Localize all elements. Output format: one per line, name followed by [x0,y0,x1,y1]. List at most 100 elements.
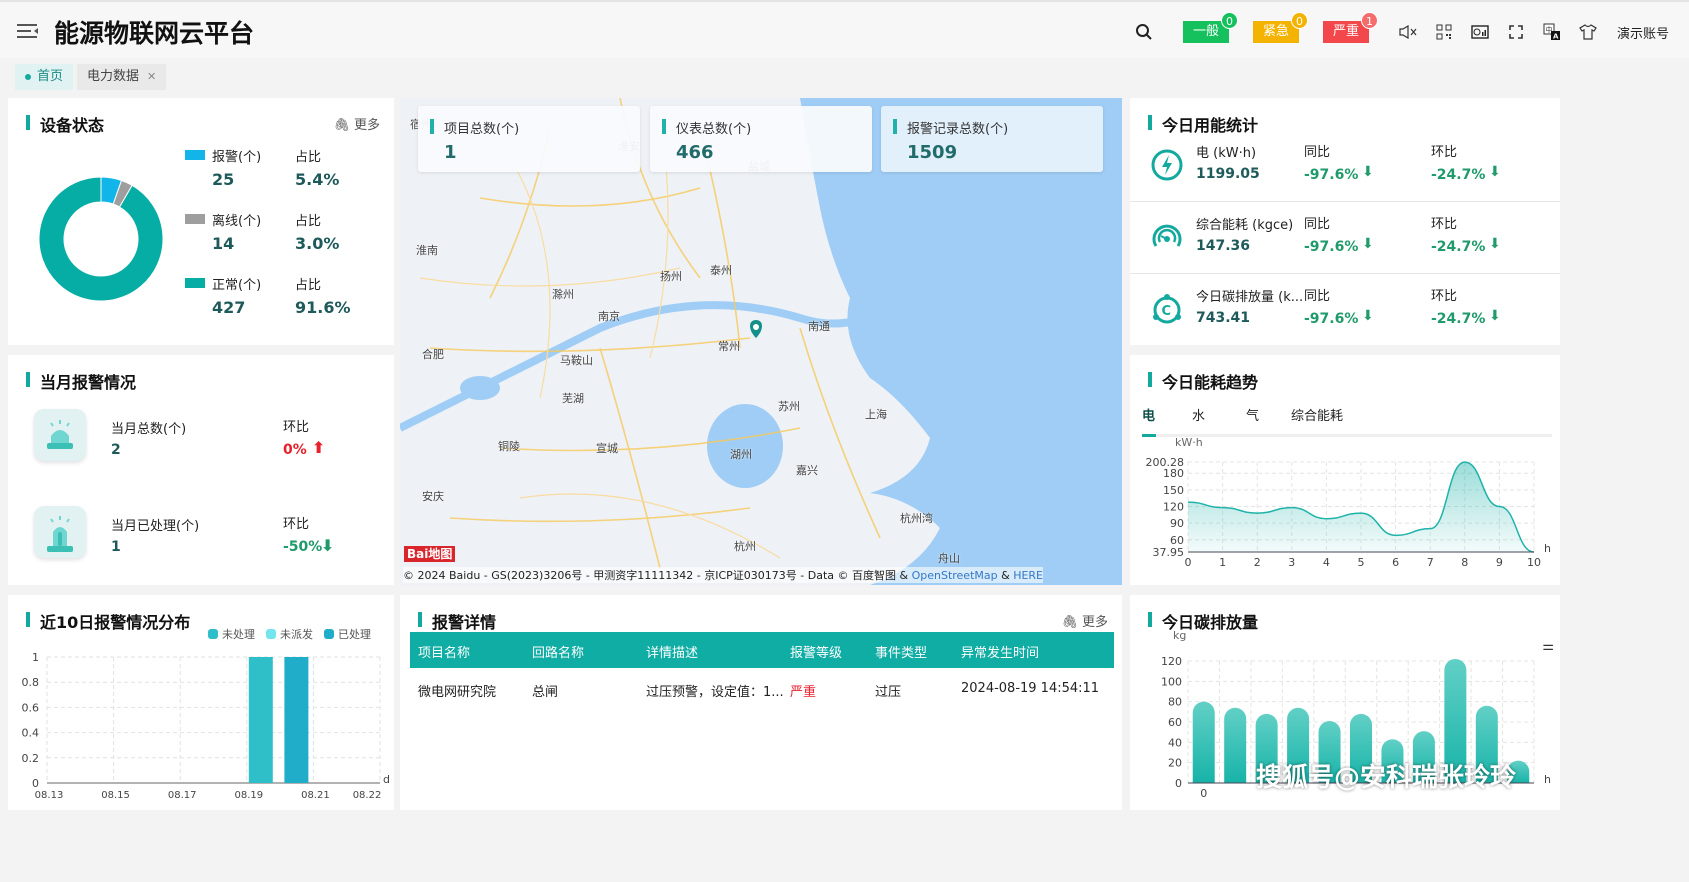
y-tick-label: 120 [1161,655,1182,668]
city-label: 湖州 [730,448,752,461]
baidu-map-logo[interactable]: Bai地图 [404,546,456,562]
y-tick-label: 90 [1170,517,1184,530]
language-icon[interactable]: 中A [1537,20,1567,44]
y-tick-label: 150 [1163,484,1184,497]
fullscreen-icon[interactable] [1501,20,1531,44]
y-axis-unit: kg [1173,629,1186,642]
col-circuit[interactable]: 回路名称 [532,642,584,661]
month-handled-value: 1 [111,539,121,555]
col-description[interactable]: 详情描述 [646,642,698,661]
x-tick-label: 08.17 [168,790,197,801]
screen-stats-icon[interactable] [1465,20,1495,44]
city-label: 铜陵 [498,440,520,453]
kpi-alarm-record-label: 报警记录总数(个) [893,118,1008,137]
paperclip-icon: 🖇 [333,118,350,133]
city-label: 合肥 [422,348,444,361]
page-tabs: 首页 电力数据 ✕ [15,64,167,90]
device-status-title: 设备状态 [26,112,104,136]
energy-trend-chart: kW·h 37.9560 90 120 150 180200.28 0 1 2 3 4 5 6 7 8 9 10… [1146,436,1552,569]
legend-swatch-alarm [185,150,205,160]
electric-yoy-value: -97.6% [1304,167,1359,183]
tab-power-data[interactable]: 电力数据 ✕ [77,64,167,90]
alarm-severe-button[interactable]: 严重 1 [1322,12,1378,43]
trend-down-arrow-icon: ⬇ [1489,308,1501,324]
carbon-yoy-value: -97.6% [1304,311,1359,327]
alarm-light-icon [34,409,86,461]
table-row[interactable]: 微电网研究院 总闸 过压预警，设定值：1... 严重 过压 2024-08-19… [410,668,1114,708]
cell-time: 2024-08-19 14:54:11 [961,681,1100,696]
device-status-donut-chart [38,176,164,302]
lightning-icon [1151,149,1183,181]
close-icon[interactable]: ✕ [147,70,156,83]
x-tick-label: 08.22 [353,790,382,801]
legend-label: 已处理 [338,628,371,641]
alarm-light-handled-icon [34,506,86,558]
col-time[interactable]: 异常发生时间 [961,642,1039,661]
osm-link[interactable]: OpenStreetMap [912,569,998,582]
alarm-10day-panel: 近10日报警情况分布 未处理 未派发 已处理 0 0.2 0.4 0.6 0.8 1 08.13 0… [8,595,394,810]
y-tick-label: 200.28 [1146,456,1185,469]
legend-swatch [266,629,276,639]
gauge-icon [1152,224,1182,247]
search-icon[interactable] [1129,20,1159,44]
y-tick-label: 0.4 [22,727,40,740]
city-label: 苏州 [778,400,800,413]
comprehensive-yoy-value: -97.6% [1304,239,1359,255]
alarm-severe-label: 严重 [1332,24,1359,39]
cell-project: 微电网研究院 [418,685,497,700]
month-alarm-title: 当月报警情况 [26,369,136,393]
alarm-ratio-value: 5.4% [295,170,340,189]
city-label: 舟山 [938,552,960,565]
kpi-project-label: 项目总数(个) [430,118,519,137]
col-level[interactable]: 报警等级 [790,642,842,661]
x-axis-label: h [1544,542,1551,555]
device-status-panel: 设备状态 🖇 更多 报警(个) 占比 25 5.4% 离线(个) 占比 14 3… [8,98,394,345]
menu-collapse-icon[interactable] [17,22,39,40]
y-tick-label: 0 [1175,777,1182,790]
x-axis-label: h [1544,773,1551,786]
month-handled-label: 当月已处理(个) [111,519,200,534]
alarm-detail-title: 报警详情 [418,609,496,633]
device-status-more-link[interactable]: 🖇 更多 [333,114,380,133]
alarm-detail-more-link[interactable]: 🖇 更多 [1061,611,1108,630]
map-panel[interactable]: 宿州淮安盐城淮南滁州扬州泰州南京南通合肥马鞍山常州芜湖苏州上海铜陵宣城湖州嘉兴安… [400,98,1122,585]
energy-row-electric: 电 (kW·h) 1199.05 同比 -97.6% ⬇ 环比 -24.7% ⬇ [1130,130,1560,202]
cell-level: 严重 [790,685,817,700]
account-menu[interactable]: 演示账号 [1617,23,1669,42]
city-label: 安庆 [422,490,444,503]
col-project[interactable]: 项目名称 [418,642,470,661]
x-tick-label: 08.15 [101,790,130,801]
comprehensive-label: 综合能耗 (kgce) [1196,218,1294,233]
x-tick-label: 5 [1358,556,1365,569]
month-handled-mom-value: -50% [283,539,323,555]
qrcode-icon[interactable] [1429,20,1459,44]
alarm-urgent-button[interactable]: 紧急 0 [1252,12,1308,43]
alarm-ratio-label: 占比 [295,150,322,165]
tab-home[interactable]: 首页 [15,64,74,90]
alarm-general-label: 一般 [1192,24,1219,39]
col-event-type[interactable]: 事件类型 [875,642,927,661]
offline-count-label: 离线(个) [212,214,262,229]
x-tick-label: 6 [1392,556,1399,569]
alarm-general-button[interactable]: 一般 0 [1182,12,1238,43]
trend-down-arrow-icon: ⬇ [321,536,335,555]
electric-label: 电 (kW·h) [1196,146,1257,161]
city-label: 杭州 [734,540,756,553]
kpi-project-value: 1 [444,142,457,163]
month-total-mom-label: 环比 [283,420,310,435]
here-link[interactable]: HERE [1013,569,1043,582]
y-tick-label: 0 [32,777,39,790]
app-title: 能源物联网云平台 [54,19,255,48]
theme-shirt-icon[interactable] [1573,20,1603,44]
city-label: 淮南 [416,244,438,257]
normal-count-value: 427 [212,298,246,317]
x-tick-label: 0 [1185,556,1192,569]
mute-icon[interactable] [1393,20,1423,44]
bar-已处理-08.20 [284,657,309,783]
city-label: 滁州 [552,288,574,301]
alarm-detail-panel: 报警详情 🖇 更多 项目名称 回路名称 详情描述 报警等级 事件类型 异常发生时… [400,595,1122,810]
trend-down-arrow-icon: ⬇ [1362,308,1374,324]
cell-event-type: 过压 [875,685,902,700]
electric-mom-label: 环比 [1431,145,1458,160]
tab-power-data-label: 电力数据 [87,69,140,84]
